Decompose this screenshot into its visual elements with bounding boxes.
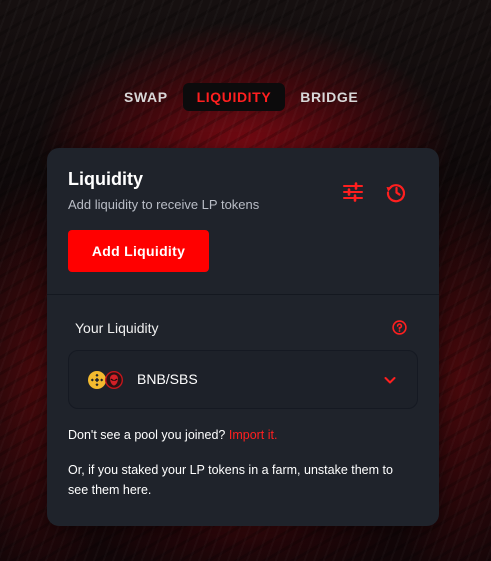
import-prompt-text: Don't see a pool you joined? bbox=[68, 428, 226, 442]
pool-row-bnb-sbs[interactable]: BNB/SBS bbox=[68, 350, 418, 409]
bnb-token-icon bbox=[88, 371, 106, 389]
unstake-hint: Or, if you staked your LP tokens in a fa… bbox=[68, 463, 393, 497]
main-tabs: SWAP LIQUIDITY BRIDGE bbox=[117, 83, 365, 111]
chevron-down-icon[interactable] bbox=[382, 372, 398, 388]
settings-sliders-icon[interactable] bbox=[341, 180, 365, 204]
import-pool-prompt: Don't see a pool you joined? Import it. bbox=[68, 428, 277, 442]
liquidity-card: Liquidity Add liquidity to receive LP to… bbox=[47, 148, 439, 526]
question-icon[interactable] bbox=[392, 320, 407, 335]
pool-pair-name: BNB/SBS bbox=[137, 371, 198, 387]
tab-swap[interactable]: SWAP bbox=[117, 83, 175, 111]
your-liquidity-label: Your Liquidity bbox=[75, 320, 159, 336]
tab-bridge[interactable]: BRIDGE bbox=[293, 83, 365, 111]
history-icon[interactable] bbox=[384, 180, 408, 204]
import-link[interactable]: Import it. bbox=[229, 428, 278, 442]
add-liquidity-button[interactable]: Add Liquidity bbox=[68, 230, 209, 272]
divider bbox=[47, 294, 439, 295]
card-title: Liquidity bbox=[68, 169, 143, 189]
sbs-token-icon bbox=[105, 371, 123, 389]
tab-liquidity[interactable]: LIQUIDITY bbox=[182, 83, 286, 111]
card-subtitle: Add liquidity to receive LP tokens bbox=[68, 197, 260, 212]
